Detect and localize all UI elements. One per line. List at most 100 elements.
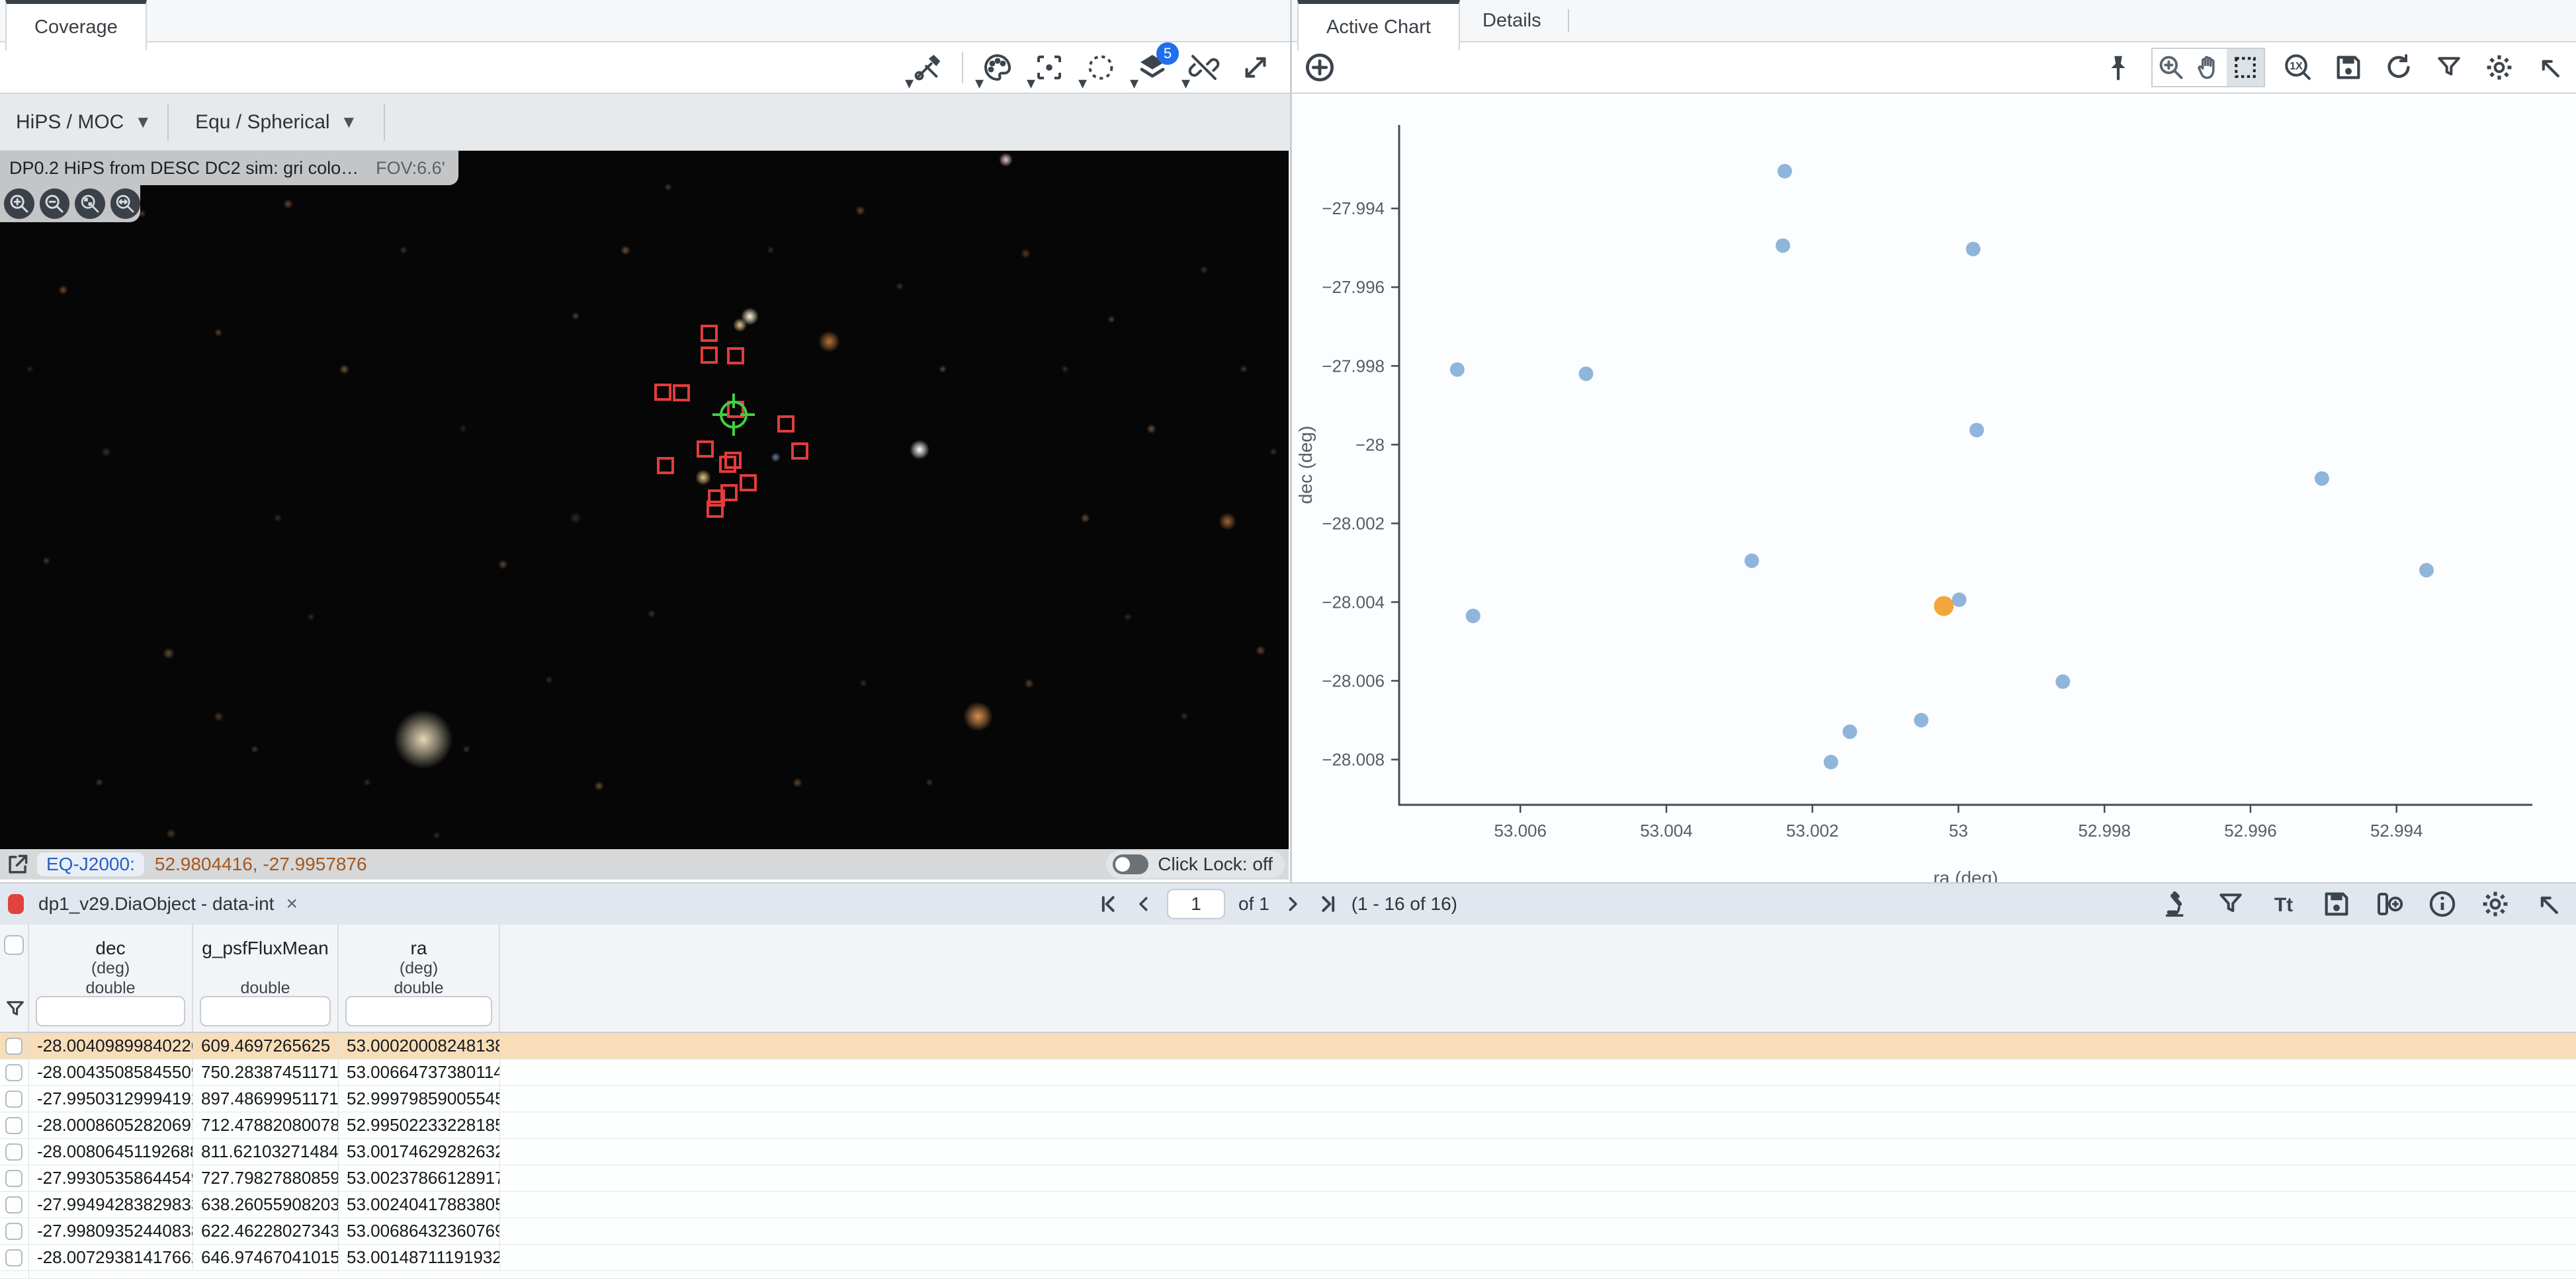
row-checkbox[interactable]	[5, 1038, 22, 1055]
table-row[interactable]: -27.993053586445498727.798278808593853.0…	[0, 1165, 2576, 1192]
sky-viewport[interactable]: DP0.2 HiPS from DESC DC2 sim: gri colo… …	[0, 151, 1289, 880]
table-row[interactable]: -28.00086052820697712.478820800781252.99…	[0, 1112, 2576, 1139]
row-checkbox[interactable]	[5, 1064, 22, 1081]
add-column-button[interactable]	[2372, 887, 2407, 921]
zoom-in-button[interactable]	[4, 188, 34, 219]
save-chart-button[interactable]	[2331, 50, 2366, 85]
caret-down-icon: ▾	[905, 74, 914, 91]
row-checkbox[interactable]	[5, 1249, 22, 1266]
data-point[interactable]	[1969, 423, 1984, 437]
zoom-fit-button[interactable]	[75, 188, 105, 219]
tab-active-chart[interactable]: Active Chart	[1297, 0, 1460, 50]
zoom-out-button[interactable]	[40, 188, 70, 219]
data-point[interactable]	[1466, 608, 1481, 623]
external-link-icon[interactable]	[5, 852, 30, 877]
restore-chart-button[interactable]	[2382, 50, 2416, 85]
scatter-chart[interactable]: 53.00653.00453.0025352.99852.99652.994−2…	[1292, 95, 2576, 882]
layers-button[interactable]: 5▾	[1135, 50, 1170, 85]
table-row[interactable]: -27.994942838298332638.260559082031253.0…	[0, 1192, 2576, 1218]
table-row[interactable]: -28.007293814176624646.974670410156253.0…	[0, 1245, 2576, 1271]
tab-details[interactable]: Details	[1460, 0, 1564, 41]
filter-input-ra[interactable]	[345, 996, 492, 1026]
zoom-original-button[interactable]	[2281, 50, 2315, 85]
table-row[interactable]: -28.008064511926882811.621032714843853.0…	[0, 1139, 2576, 1165]
data-point[interactable]	[1744, 554, 1759, 568]
table-row[interactable]: -28.004098998402267609.469726562553.0002…	[0, 1033, 2576, 1059]
expand-button[interactable]	[1238, 50, 1273, 85]
table-cell: 897.4869995117188	[193, 1086, 339, 1112]
expand-table-button[interactable]	[2531, 887, 2565, 921]
save-table-button[interactable]	[2319, 887, 2354, 921]
text-view-button[interactable]	[2266, 887, 2301, 921]
table-row[interactable]: -27.998093524408386622.462280273437553.0…	[0, 1218, 2576, 1245]
data-point[interactable]	[1579, 366, 1594, 381]
projection-dropdown[interactable]: Equ / Spherical ▼	[169, 94, 384, 150]
column-header-g-psffluxmean[interactable]: g_psfFluxMean double	[193, 925, 339, 1032]
first-page-button[interactable]	[1098, 893, 1121, 915]
row-checkbox[interactable]	[5, 1223, 22, 1240]
unlink-button[interactable]: ▾	[1187, 50, 1221, 85]
coord-system-label[interactable]: EQ-J2000:	[37, 852, 144, 876]
hips-options-bar: HiPS / MOC ▼ Equ / Spherical ▼	[0, 94, 1290, 151]
filter-input-dec[interactable]	[36, 996, 185, 1026]
data-point[interactable]	[1450, 362, 1465, 377]
data-point[interactable]	[1914, 713, 1928, 727]
data-point[interactable]	[2315, 472, 2329, 486]
data-point[interactable]	[1778, 164, 1792, 179]
selected-data-point[interactable]	[1934, 596, 1953, 616]
star	[733, 318, 747, 332]
table-row[interactable]: -27.99503129994192897.486999511718852.99…	[0, 1086, 2576, 1112]
add-chart-button[interactable]	[1303, 50, 1337, 85]
row-checkbox[interactable]	[5, 1143, 22, 1161]
zoom-fill-button[interactable]	[110, 188, 141, 219]
select-region-button[interactable]: ▾	[1084, 50, 1118, 85]
recenter-button[interactable]: ▾	[1032, 50, 1066, 85]
row-checkbox[interactable]	[5, 1091, 22, 1108]
select-all-checkbox[interactable]	[4, 935, 24, 955]
filter-table-button[interactable]	[2213, 887, 2248, 921]
catalog-marker	[701, 325, 718, 342]
filter-chart-button[interactable]	[2432, 50, 2466, 85]
filter-input-g-psffluxmean[interactable]	[200, 996, 331, 1026]
data-point[interactable]	[1842, 725, 1857, 739]
row-checkbox[interactable]	[5, 1117, 22, 1134]
select-mode-button[interactable]	[2227, 49, 2264, 86]
data-point[interactable]	[1952, 593, 1967, 607]
row-checkbox[interactable]	[5, 1170, 22, 1187]
data-point[interactable]	[1776, 238, 1790, 253]
data-point[interactable]	[1824, 755, 1838, 769]
table-info-button[interactable]	[2425, 887, 2460, 921]
zoom-mode-button[interactable]	[2153, 49, 2190, 86]
filter-row-icon[interactable]	[4, 998, 26, 1024]
tools-button[interactable]: ▾	[910, 50, 945, 85]
star	[1080, 513, 1090, 523]
x-tick-label: 52.998	[2078, 821, 2131, 841]
pin-chart-button[interactable]	[2101, 50, 2135, 85]
table-settings-button[interactable]	[2478, 887, 2512, 921]
close-table-icon[interactable]: ×	[286, 893, 298, 915]
pan-mode-button[interactable]	[2190, 49, 2227, 86]
click-lock-toggle[interactable]	[1113, 854, 1148, 874]
inspect-button[interactable]	[2161, 887, 2195, 921]
hips-moc-dropdown[interactable]: HiPS / MOC ▼	[0, 94, 167, 150]
data-point[interactable]	[1966, 242, 1981, 257]
star	[42, 557, 50, 565]
next-page-button[interactable]	[1283, 894, 1303, 914]
column-header-dec[interactable]: dec (deg) double	[29, 925, 193, 1032]
page-number-input[interactable]	[1167, 889, 1225, 919]
table-row[interactable]: -28.004350858455094750.283874511718853.0…	[0, 1059, 2576, 1086]
row-checkbox[interactable]	[5, 1196, 22, 1214]
tab-coverage[interactable]: Coverage	[5, 0, 147, 50]
chart-settings-button[interactable]	[2482, 50, 2516, 85]
last-page-button[interactable]	[1316, 893, 1338, 915]
table-toolbar	[2161, 884, 2565, 925]
x-tick-label: 53.006	[1494, 821, 1547, 841]
expand-chart-button[interactable]	[2532, 50, 2567, 85]
prev-page-button[interactable]	[1134, 894, 1154, 914]
y-tick-label: −27.998	[1322, 356, 1385, 376]
star	[101, 447, 111, 457]
data-point[interactable]	[2419, 563, 2434, 577]
data-point[interactable]	[2055, 675, 2070, 689]
color-palette-button[interactable]: ▾	[980, 50, 1015, 85]
column-header-ra[interactable]: ra (deg) double	[339, 925, 500, 1032]
